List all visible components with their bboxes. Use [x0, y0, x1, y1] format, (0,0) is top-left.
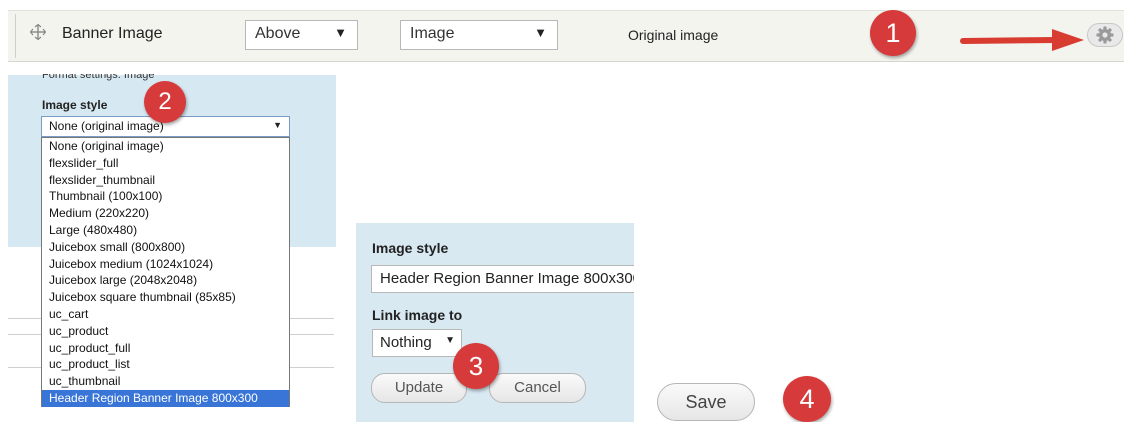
crop-edge: [8, 62, 348, 74]
image-style-option[interactable]: Medium (220x220): [42, 205, 289, 222]
image-style-options-list[interactable]: None (original image) flexslider_full flex…: [41, 137, 290, 407]
drag-handle-icon[interactable]: [30, 24, 46, 40]
settings-gear-button[interactable]: [1087, 23, 1123, 47]
step-badge-1: 1: [870, 10, 916, 56]
dropdown-arrow-icon: ▼: [334, 25, 347, 40]
image-style-option[interactable]: None (original image): [42, 138, 289, 155]
image-style-option[interactable]: Juicebox square thumbnail (85x85): [42, 289, 289, 306]
image-style-option[interactable]: uc_product_list: [42, 356, 289, 373]
step-badge-3: 3: [453, 343, 499, 389]
image-style-option[interactable]: uc_thumbnail: [42, 373, 289, 390]
image-style-option[interactable]: Large (480x480): [42, 222, 289, 239]
image-style-option[interactable]: uc_cart: [42, 306, 289, 323]
label-position-value: Above: [255, 25, 301, 42]
image-style-label: Image style: [372, 240, 449, 256]
step-badge-4: 4: [783, 376, 831, 422]
field-label: Banner Image: [62, 25, 163, 42]
image-style-option[interactable]: Header Region Banner Image 800x300: [42, 389, 289, 407]
row-divider: [15, 14, 16, 58]
image-style-selected: None (original image): [49, 119, 164, 133]
image-style-option[interactable]: uc_product_full: [42, 340, 289, 357]
formatter-summary: Original image: [628, 27, 719, 43]
field-row: [8, 10, 1124, 62]
update-button[interactable]: Update: [371, 373, 467, 403]
link-image-select[interactable]: Nothing ▼: [372, 329, 462, 357]
dropdown-arrow-icon: ▼: [534, 25, 547, 40]
image-style-option[interactable]: Juicebox large (2048x2048): [42, 272, 289, 289]
image-style-option[interactable]: flexslider_thumbnail: [42, 172, 289, 189]
label-position-select[interactable]: Above ▼: [245, 20, 358, 50]
link-image-label: Link image to: [372, 307, 463, 323]
red-arrow-icon: [960, 29, 1084, 51]
image-style-field[interactable]: Header Region Banner Image 800x300: [371, 265, 634, 293]
save-button[interactable]: Save: [657, 383, 755, 421]
image-style-option[interactable]: Juicebox small (800x800): [42, 239, 289, 256]
formatter-value: Image: [410, 25, 455, 42]
dropdown-arrow-icon: ▼: [445, 335, 455, 346]
gear-icon: [1096, 26, 1114, 44]
image-style-label: Image style: [42, 98, 108, 112]
formatter-select[interactable]: Image ▼: [400, 20, 558, 50]
link-image-value: Nothing: [380, 334, 432, 351]
image-style-option[interactable]: Juicebox medium (1024x1024): [42, 256, 289, 273]
image-style-option[interactable]: Thumbnail (100x100): [42, 188, 289, 205]
image-style-option[interactable]: flexslider_full: [42, 155, 289, 172]
image-settings-form: Image style Header Region Banner Image 8…: [356, 223, 634, 422]
image-style-option[interactable]: uc_product: [42, 323, 289, 340]
step-badge-2: 2: [144, 81, 186, 123]
dropdown-arrow-icon: ▼: [273, 120, 282, 130]
cancel-button[interactable]: Cancel: [489, 373, 586, 403]
